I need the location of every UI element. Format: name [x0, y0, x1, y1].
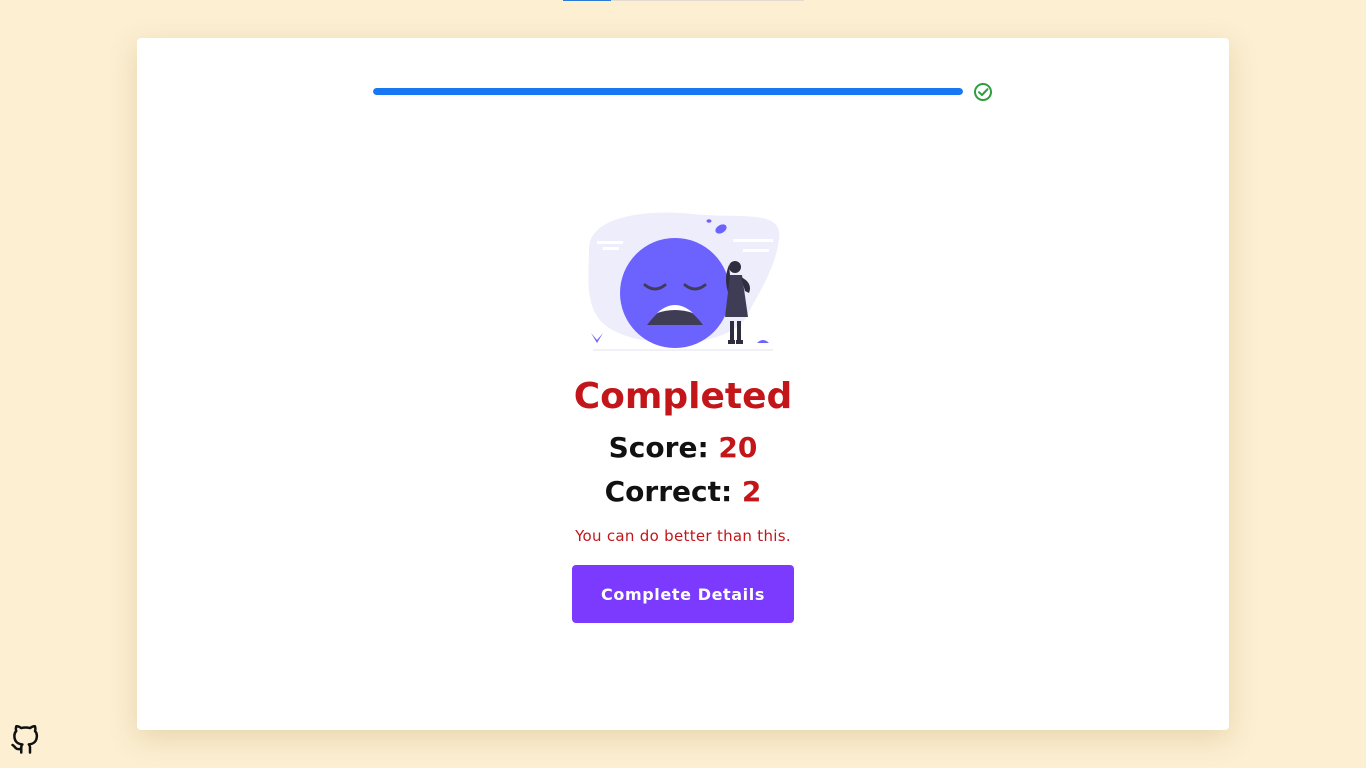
check-circle-icon — [974, 83, 992, 101]
score-label: Score: — [608, 431, 709, 464]
correct-line: Correct: 2 — [137, 475, 1229, 509]
progress-fill — [373, 88, 963, 95]
score-line: Score: 20 — [137, 431, 1229, 465]
correct-label: Correct: — [604, 475, 733, 508]
github-icon[interactable] — [10, 725, 40, 755]
score-value: 20 — [718, 431, 758, 464]
sad-face-illustration — [588, 212, 780, 351]
progress-bar — [373, 88, 963, 95]
top-tab-indicator — [563, 0, 611, 1]
feedback-message: You can do better than this. — [575, 527, 791, 545]
result-title: Completed — [573, 376, 793, 417]
correct-value: 2 — [741, 475, 762, 508]
result-card: Completed Score: 20 Correct: 2 You can d… — [137, 38, 1229, 730]
complete-details-button[interactable]: Complete Details — [572, 565, 794, 623]
